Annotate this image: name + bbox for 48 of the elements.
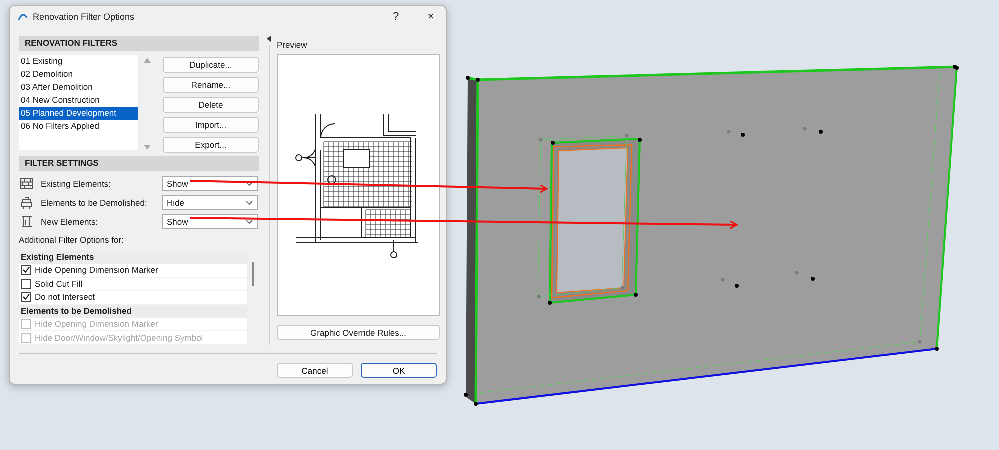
dropdown-field[interactable]: Show [162, 176, 258, 191]
filter-action-button[interactable]: Import... [163, 117, 259, 133]
filter-list-item[interactable]: 03 After Demolition [19, 81, 138, 94]
setting-label: Elements to be Demolished: [41, 198, 148, 208]
demolition-icon [20, 196, 34, 210]
graphic-override-button[interactable]: Graphic Override Rules... [277, 325, 440, 340]
filter-action-button[interactable]: Delete [163, 97, 259, 113]
section-heading: RENOVATION FILTERS [19, 36, 259, 51]
setting-label: Existing Elements: [41, 178, 112, 188]
window-title: Renovation Filter Options [33, 12, 136, 22]
setting-label: New Elements: [41, 216, 100, 226]
dropdown-field[interactable]: Hide [162, 195, 258, 210]
scrollbar-thumb[interactable] [252, 262, 254, 286]
filter-action-button[interactable]: Duplicate... [163, 57, 259, 73]
filter-list-item[interactable]: 04 New Construction [19, 94, 138, 107]
column-icon [20, 214, 34, 228]
filter-list-item[interactable]: 05 Planned Development [19, 107, 138, 120]
collapse-icon[interactable] [267, 36, 271, 42]
section-heading: FILTER SETTINGS [19, 156, 259, 171]
checkbox[interactable] [21, 265, 31, 276]
checkbox[interactable] [21, 278, 31, 289]
checkbox-label: Hide Door/Window/Skylight/Opening Symbol [35, 332, 204, 343]
filter-list-item[interactable]: 01 Existing [19, 55, 138, 68]
checkbox-label: Hide Opening Dimension Marker [35, 265, 158, 276]
chevron-down-icon [246, 220, 253, 224]
app-logo-icon [18, 13, 28, 21]
checkbox[interactable] [21, 292, 31, 302]
filter-action-button[interactable]: Rename... [163, 77, 259, 93]
scroll-up-icon[interactable] [144, 58, 151, 63]
dialog-button[interactable]: Cancel [277, 363, 353, 378]
group-header: Existing Elements [19, 251, 247, 264]
scroll-down-icon[interactable] [144, 145, 151, 150]
dropdown-field[interactable]: Show [162, 214, 258, 229]
checkbox-label: Do not Intersect [35, 292, 96, 302]
chevron-down-icon [246, 182, 253, 186]
checkbox-label: Solid Cut Fill [35, 278, 83, 289]
close-button[interactable]: × [416, 6, 446, 28]
chevron-down-icon [246, 200, 253, 204]
filter-list-item[interactable]: 06 No Filters Applied [19, 120, 138, 133]
help-button[interactable]: ? [381, 6, 411, 28]
preview-label: Preview [277, 40, 308, 50]
checkbox-label: Hide Opening Dimension Marker [35, 319, 158, 330]
filter-action-button[interactable]: Export... [163, 137, 259, 153]
group-header: Elements to be Demolished [19, 304, 247, 318]
brick-wall-icon [20, 176, 34, 190]
filter-list-item[interactable]: 02 Demolition [19, 68, 138, 81]
dialog-button[interactable]: OK [361, 363, 437, 378]
section-label: Additional Filter Options for: [19, 235, 125, 245]
